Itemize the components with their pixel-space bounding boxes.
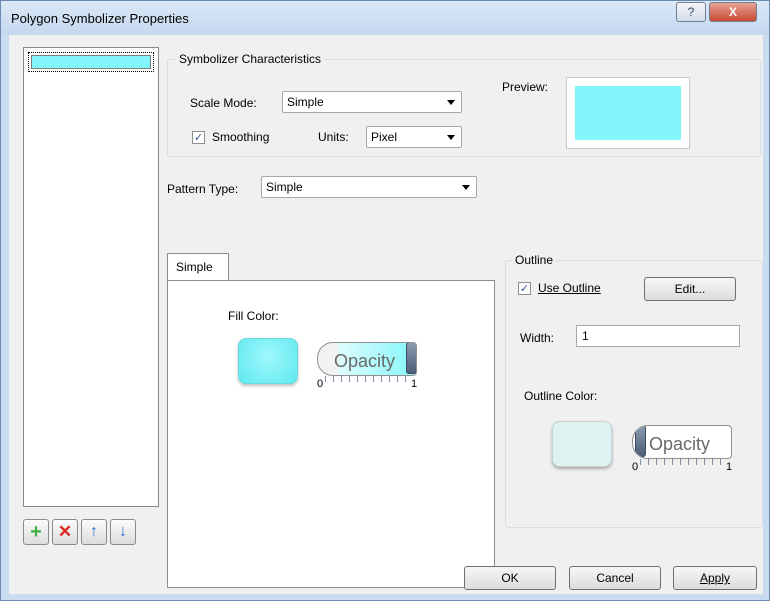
title-bar[interactable]: Polygon Symbolizer Properties ? X [1, 1, 769, 35]
outline-opacity-handle[interactable] [635, 426, 646, 457]
ok-button[interactable]: OK [464, 566, 556, 590]
remove-button[interactable]: ✕ [52, 519, 78, 545]
scale-mode-value: Simple [287, 95, 324, 109]
group-title: Outline [512, 253, 557, 267]
fill-opacity-slider[interactable]: Opacity 0 1 [317, 342, 421, 396]
close-icon: X [728, 5, 737, 19]
fill-opacity-handle[interactable] [406, 343, 416, 374]
move-up-button[interactable]: ↑ [81, 519, 107, 545]
list-item[interactable] [28, 52, 154, 72]
fill-opacity-max: 1 [411, 378, 418, 390]
units-value: Pixel [371, 130, 398, 144]
chevron-down-icon [447, 135, 455, 140]
pattern-type-value: Simple [266, 180, 303, 194]
outline-opacity-slider[interactable]: Opacity 0 1 [632, 425, 736, 479]
units-dropdown[interactable]: Pixel [366, 126, 462, 148]
help-icon: ? [687, 5, 695, 19]
width-label: Width: [520, 331, 555, 345]
window-title: Polygon Symbolizer Properties [11, 11, 189, 26]
fill-opacity-text: Opacity [334, 351, 396, 371]
apply-button[interactable]: Apply [673, 566, 757, 590]
tab-simple[interactable]: Simple [167, 253, 229, 281]
outline-group: Outline ✓ Use Outline Edit... Width: 1 O… [505, 253, 763, 528]
preview-swatch [575, 86, 681, 140]
symbolizer-list[interactable] [23, 47, 159, 507]
dialog-client: + ✕ ↑ ↓ Symbolizer Characteristics Scale… [9, 35, 763, 594]
add-button[interactable]: + [23, 519, 49, 545]
fill-color-label: Fill Color: [228, 309, 279, 323]
units-label: Units: [318, 130, 349, 144]
move-down-button[interactable]: ↓ [110, 519, 136, 545]
smoothing-checkbox[interactable]: ✓ [192, 131, 205, 144]
preview-label: Preview: [502, 80, 549, 94]
dialog-window: Polygon Symbolizer Properties ? X + ✕ ↑ [0, 0, 770, 601]
close-button[interactable]: X [709, 2, 757, 22]
check-icon: ✓ [193, 132, 204, 144]
list-toolbar: + ✕ ↑ ↓ [23, 519, 136, 549]
outline-color-swatch[interactable] [552, 421, 612, 467]
fill-opacity-ticks [325, 376, 409, 382]
edit-button-label: Edit... [674, 282, 706, 296]
width-value: 1 [582, 329, 589, 343]
outline-opacity-text: Opacity [649, 434, 711, 454]
cancel-button[interactable]: Cancel [569, 566, 661, 590]
outline-opacity-track: Opacity [632, 425, 732, 459]
pattern-type-dropdown[interactable]: Simple [261, 176, 477, 198]
chevron-down-icon [462, 185, 470, 190]
fill-color-swatch[interactable] [238, 338, 298, 384]
outline-color-label: Outline Color: [524, 389, 598, 403]
scale-mode-dropdown[interactable]: Simple [282, 91, 462, 113]
scale-mode-label: Scale Mode: [190, 96, 257, 110]
apply-label: Apply [699, 571, 731, 585]
add-icon: + [30, 520, 42, 543]
preview-box [566, 77, 690, 149]
pattern-type-label: Pattern Type: [167, 182, 239, 196]
tab-panel-simple: Fill Color: Opacity 0 1 [167, 280, 495, 588]
outline-opacity-ticks [640, 459, 724, 465]
arrow-down-icon: ↓ [119, 523, 127, 540]
use-outline-checkbox[interactable]: ✓ [518, 282, 531, 295]
help-button[interactable]: ? [676, 2, 706, 22]
use-outline-label: Use Outline [538, 281, 601, 295]
arrow-up-icon: ↑ [90, 523, 98, 540]
smoothing-label: Smoothing [212, 130, 270, 144]
list-item-swatch [31, 55, 151, 69]
check-icon: ✓ [519, 283, 530, 295]
group-title: Symbolizer Characteristics [176, 52, 325, 66]
edit-outline-button[interactable]: Edit... [644, 277, 736, 301]
fill-opacity-track: Opacity [317, 342, 417, 376]
outline-opacity-max: 1 [726, 461, 733, 473]
tab-label: Simple [176, 260, 213, 274]
outline-opacity-min: 0 [632, 461, 639, 473]
remove-icon: ✕ [57, 522, 73, 541]
cancel-label: Cancel [596, 571, 634, 585]
ok-label: OK [501, 571, 519, 585]
width-input[interactable]: 1 [576, 325, 740, 347]
fill-opacity-min: 0 [317, 378, 324, 390]
chevron-down-icon [447, 100, 455, 105]
